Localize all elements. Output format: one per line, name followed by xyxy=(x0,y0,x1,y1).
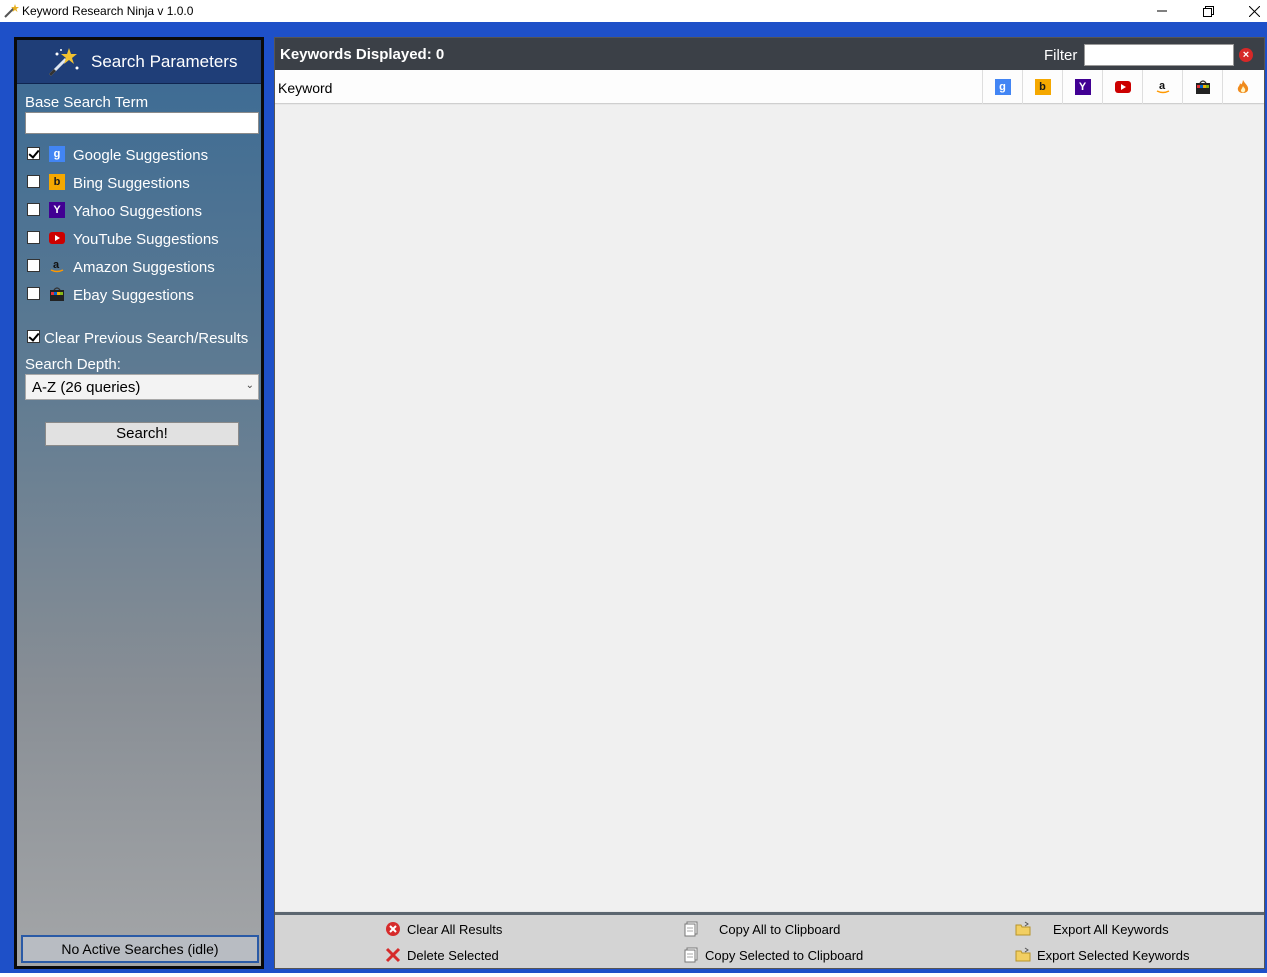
ebay-suggestions-checkbox[interactable] xyxy=(27,287,40,300)
search-depth-select[interactable]: A-Z (26 queries) ⌄ xyxy=(25,374,259,400)
copy-selected-button[interactable]: Copy Selected to Clipboard xyxy=(683,947,863,963)
delete-x-icon xyxy=(385,947,401,963)
title-bar: Keyword Research Ninja v 1.0.0 xyxy=(0,0,1267,22)
search-depth-label: Search Depth: xyxy=(25,356,121,373)
clear-all-results-label: Clear All Results xyxy=(407,921,503,937)
keyword-column-header[interactable]: Keyword xyxy=(278,80,332,96)
delete-selected-label: Delete Selected xyxy=(407,947,499,963)
bing-suggestions-checkbox[interactable] xyxy=(27,175,40,188)
minimize-button[interactable] xyxy=(1139,0,1185,22)
svg-text:a: a xyxy=(53,259,60,271)
restore-icon xyxy=(1202,5,1214,17)
yahoo-suggestions-label[interactable]: Yahoo Suggestions xyxy=(73,203,202,220)
bing-icon: b xyxy=(49,174,65,190)
google-column-header[interactable]: g xyxy=(982,70,1022,104)
bing-column-header[interactable]: b xyxy=(1022,70,1062,104)
magic-wand-icon xyxy=(3,3,19,19)
results-header: Keywords Displayed: 0 Filter × xyxy=(275,38,1264,70)
clear-filter-icon[interactable]: × xyxy=(1239,48,1253,62)
close-button[interactable] xyxy=(1231,0,1267,22)
search-depth-value: A-Z (26 queries) xyxy=(32,379,141,396)
keyword-results-grid[interactable] xyxy=(275,105,1264,911)
copy-document-icon xyxy=(683,947,699,963)
bing-icon: b xyxy=(1034,79,1051,95)
search-status: No Active Searches (idle) xyxy=(21,935,259,963)
close-icon xyxy=(1248,5,1260,17)
amazon-column-header[interactable]: a xyxy=(1142,70,1182,104)
search-parameters-panel: Search Parameters Base Search Term g Goo… xyxy=(14,37,264,969)
copy-all-button[interactable]: Copy All to Clipboard xyxy=(683,921,840,937)
keywords-displayed-count: Keywords Displayed: 0 xyxy=(280,46,445,63)
base-search-label: Base Search Term xyxy=(25,94,149,111)
popularity-column-header[interactable] xyxy=(1222,70,1262,104)
amazon-suggestions-checkbox[interactable] xyxy=(27,259,40,272)
amazon-icon: a xyxy=(49,258,65,274)
restore-button[interactable] xyxy=(1185,0,1231,22)
svg-text:a: a xyxy=(1159,80,1166,92)
folder-export-icon xyxy=(1015,921,1031,937)
window-title: Keyword Research Ninja v 1.0.0 xyxy=(22,4,194,18)
google-icon: g xyxy=(49,146,65,162)
youtube-column-header[interactable] xyxy=(1102,70,1142,104)
youtube-icon xyxy=(49,230,65,246)
magic-wand-icon xyxy=(47,46,81,78)
actions-footer: Clear All Results Delete Selected Copy A… xyxy=(275,912,1264,968)
minimize-icon xyxy=(1157,10,1167,12)
panel-header: Search Parameters xyxy=(17,40,261,84)
copy-document-icon xyxy=(683,921,699,937)
panel-title: Search Parameters xyxy=(91,52,238,71)
youtube-suggestions-label[interactable]: YouTube Suggestions xyxy=(73,231,219,248)
ebay-icon xyxy=(1195,79,1211,95)
google-suggestions-checkbox[interactable] xyxy=(27,147,40,160)
base-search-input[interactable] xyxy=(26,113,258,133)
copy-all-label: Copy All to Clipboard xyxy=(719,921,841,937)
copy-selected-label: Copy Selected to Clipboard xyxy=(705,947,864,963)
yahoo-suggestions-checkbox[interactable] xyxy=(27,203,40,216)
delete-selected-button[interactable]: Delete Selected xyxy=(385,947,499,963)
clear-circle-icon xyxy=(385,921,401,937)
results-panel: Keywords Displayed: 0 Filter × Keyword g… xyxy=(274,37,1265,969)
amazon-icon: a xyxy=(1155,79,1171,95)
youtube-suggestions-checkbox[interactable] xyxy=(27,231,40,244)
column-header-row: Keyword g b Y a xyxy=(275,70,1264,104)
export-all-label: Export All Keywords xyxy=(1053,921,1169,937)
filter-input[interactable] xyxy=(1085,45,1233,65)
folder-export-icon xyxy=(1015,947,1031,963)
yahoo-icon: Y xyxy=(1074,79,1091,95)
clear-all-results-button[interactable]: Clear All Results xyxy=(385,921,502,937)
chevron-down-icon: ⌄ xyxy=(245,380,254,391)
ebay-suggestions-label[interactable]: Ebay Suggestions xyxy=(73,287,194,304)
export-selected-label: Export Selected Keywords xyxy=(1037,947,1190,963)
search-button[interactable]: Search! xyxy=(45,422,239,446)
ebay-column-header[interactable] xyxy=(1182,70,1222,104)
export-selected-button[interactable]: Export Selected Keywords xyxy=(1015,947,1189,963)
yahoo-icon: Y xyxy=(49,202,65,218)
bing-suggestions-label[interactable]: Bing Suggestions xyxy=(73,175,190,192)
base-search-input-wrapper[interactable] xyxy=(25,112,259,134)
google-icon: g xyxy=(994,79,1011,95)
fire-icon xyxy=(1235,79,1251,95)
youtube-icon xyxy=(1114,79,1131,95)
filter-label: Filter xyxy=(1044,47,1078,64)
window-bottom-edge xyxy=(0,973,1267,977)
ebay-icon xyxy=(49,286,65,302)
google-suggestions-label[interactable]: Google Suggestions xyxy=(73,147,208,164)
clear-previous-checkbox[interactable] xyxy=(27,330,40,343)
amazon-suggestions-label[interactable]: Amazon Suggestions xyxy=(73,259,215,276)
yahoo-column-header[interactable]: Y xyxy=(1062,70,1102,104)
export-all-button[interactable]: Export All Keywords xyxy=(1015,921,1169,937)
filter-input-wrapper[interactable] xyxy=(1084,44,1234,66)
clear-previous-label[interactable]: Clear Previous Search/Results xyxy=(44,330,248,347)
